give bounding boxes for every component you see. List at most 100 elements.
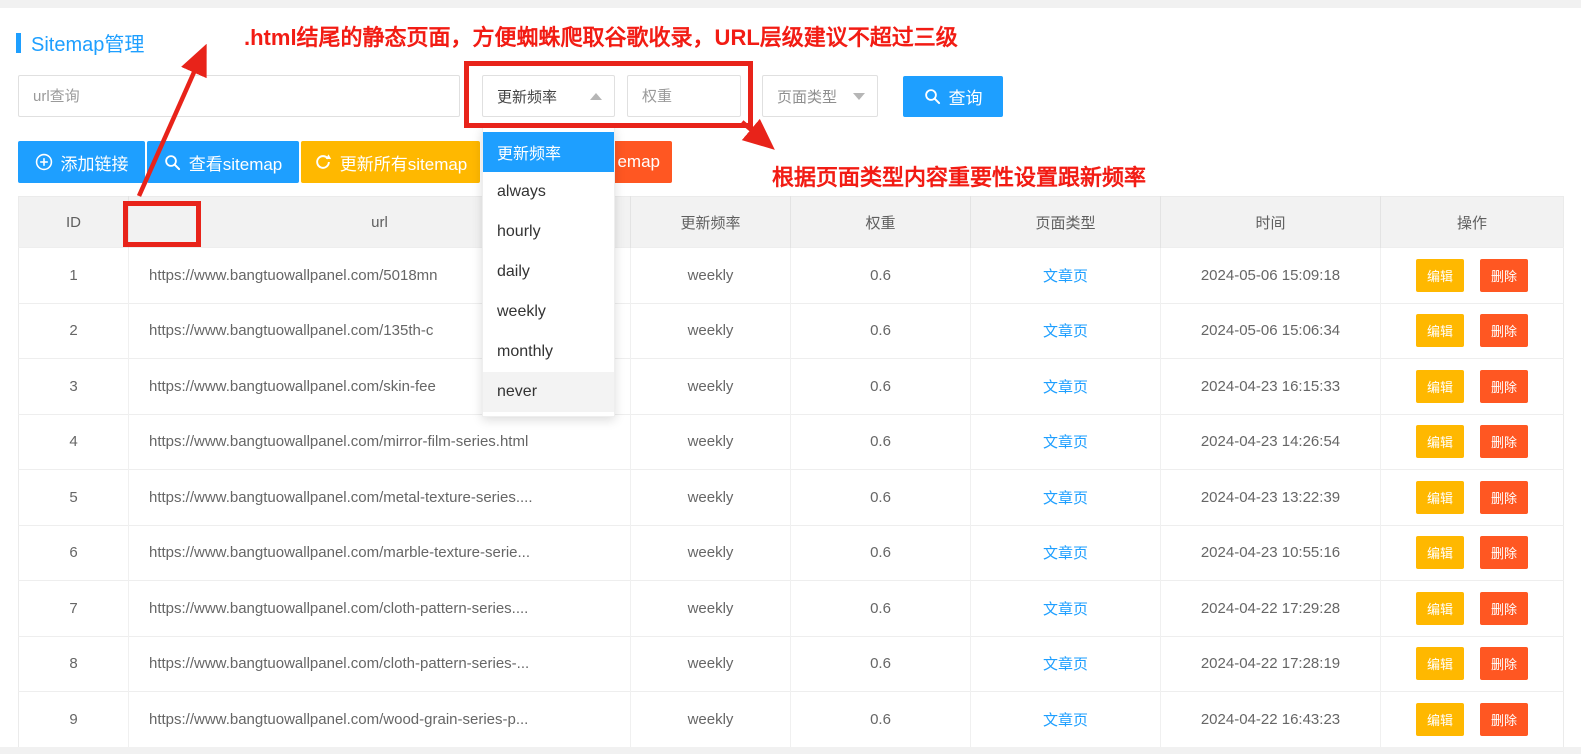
edit-button[interactable]: 编辑 <box>1416 314 1464 347</box>
cell-weight: 0.6 <box>791 303 971 359</box>
page-type-link[interactable]: 文章页 <box>1043 656 1088 673</box>
dropdown-option-always[interactable]: always <box>483 172 614 212</box>
column-header-time: 时间 <box>1161 197 1381 248</box>
dropdown-option-daily[interactable]: daily <box>483 252 614 292</box>
dropdown-option-never[interactable]: never <box>483 372 614 412</box>
cell-page-type: 文章页 <box>971 303 1161 359</box>
annotation-set-frequency: 根据页面类型内容重要性设置跟新频率 <box>772 160 1146 192</box>
edit-button[interactable]: 编辑 <box>1416 481 1464 514</box>
update-all-sitemap-label: 更新所有sitemap <box>340 150 468 175</box>
plus-circle-icon <box>35 153 53 171</box>
cell-id: 7 <box>19 581 129 637</box>
delete-button[interactable]: 删除 <box>1480 481 1528 514</box>
column-header-id: ID <box>19 197 129 248</box>
page-type-link[interactable]: 文章页 <box>1043 601 1088 618</box>
delete-button[interactable]: 删除 <box>1480 425 1528 458</box>
view-sitemap-button[interactable]: 查看sitemap <box>147 141 299 183</box>
cell-actions: 编辑删除 <box>1381 525 1564 581</box>
cell-frequency: weekly <box>631 303 791 359</box>
cell-id: 3 <box>19 359 129 415</box>
cell-time: 2024-04-23 14:26:54 <box>1161 414 1381 470</box>
delete-button[interactable]: 删除 <box>1480 259 1528 292</box>
edit-button[interactable]: 编辑 <box>1416 425 1464 458</box>
cell-weight: 0.6 <box>791 692 971 748</box>
edit-button[interactable]: 编辑 <box>1416 647 1464 680</box>
url-search-input[interactable] <box>18 75 460 117</box>
cell-actions: 编辑删除 <box>1381 303 1564 359</box>
dropdown-option-monthly[interactable]: monthly <box>483 332 614 372</box>
cell-id: 9 <box>19 692 129 748</box>
delete-button[interactable]: 删除 <box>1480 536 1528 569</box>
top-divider <box>0 0 1581 8</box>
dropdown-option-hourly[interactable]: hourly <box>483 212 614 252</box>
update-all-sitemap-button[interactable]: 更新所有sitemap <box>301 141 480 183</box>
edit-button[interactable]: 编辑 <box>1416 536 1464 569</box>
view-sitemap-label: 查看sitemap <box>189 150 283 175</box>
add-link-button[interactable]: 添加链接 <box>18 141 145 183</box>
frequency-select[interactable]: 更新频率 <box>482 75 615 117</box>
delete-button[interactable]: 删除 <box>1480 592 1528 625</box>
cell-id: 5 <box>19 470 129 526</box>
cell-time: 2024-04-22 17:29:28 <box>1161 581 1381 637</box>
cell-page-type: 文章页 <box>971 692 1161 748</box>
page-type-link[interactable]: 文章页 <box>1043 323 1088 340</box>
table-row: 5https://www.bangtuowallpanel.com/metal-… <box>19 470 1564 526</box>
cell-time: 2024-04-23 16:15:33 <box>1161 359 1381 415</box>
cell-frequency: weekly <box>631 636 791 692</box>
edit-button[interactable]: 编辑 <box>1416 370 1464 403</box>
dropdown-option-weekly[interactable]: weekly <box>483 292 614 332</box>
cell-id: 2 <box>19 303 129 359</box>
page-type-link[interactable]: 文章页 <box>1043 490 1088 507</box>
edit-button[interactable]: 编辑 <box>1416 592 1464 625</box>
frequency-select-value: 更新频率 <box>497 86 557 107</box>
page-type-link[interactable]: 文章页 <box>1043 434 1088 451</box>
cell-url: https://www.bangtuowallpanel.com/cloth-p… <box>129 636 631 692</box>
cell-page-type: 文章页 <box>971 636 1161 692</box>
edit-button[interactable]: 编辑 <box>1416 703 1464 736</box>
column-header-page-type: 页面类型 <box>971 197 1161 248</box>
cell-time: 2024-04-23 13:22:39 <box>1161 470 1381 526</box>
cell-frequency: weekly <box>631 248 791 304</box>
cell-id: 4 <box>19 414 129 470</box>
cell-url: https://www.bangtuowallpanel.com/cloth-p… <box>129 581 631 637</box>
page-header: Sitemap管理 <box>16 28 144 57</box>
cell-id: 8 <box>19 636 129 692</box>
column-header-weight: 权重 <box>791 197 971 248</box>
cell-page-type: 文章页 <box>971 581 1161 637</box>
column-header-actions: 操作 <box>1381 197 1564 248</box>
table-row: 9https://www.bangtuowallpanel.com/wood-g… <box>19 692 1564 748</box>
table-header-row: ID url 更新频率 权重 页面类型 时间 操作 <box>19 197 1564 248</box>
cell-id: 1 <box>19 248 129 304</box>
cell-frequency: weekly <box>631 581 791 637</box>
cell-actions: 编辑删除 <box>1381 470 1564 526</box>
page-type-link[interactable]: 文章页 <box>1043 712 1088 729</box>
cell-actions: 编辑删除 <box>1381 692 1564 748</box>
table-row: 3https://www.bangtuowallpanel.com/skin-f… <box>19 359 1564 415</box>
table-row: 7https://www.bangtuowallpanel.com/cloth-… <box>19 581 1564 637</box>
cell-actions: 编辑删除 <box>1381 581 1564 637</box>
query-button[interactable]: 查询 <box>903 76 1003 117</box>
query-button-label: 查询 <box>949 84 983 109</box>
cell-actions: 编辑删除 <box>1381 636 1564 692</box>
cell-url: https://www.bangtuowallpanel.com/mirror-… <box>129 414 631 470</box>
cell-page-type: 文章页 <box>971 248 1161 304</box>
delete-button[interactable]: 删除 <box>1480 703 1528 736</box>
page-type-link[interactable]: 文章页 <box>1043 379 1088 396</box>
dropdown-option-更新频率[interactable]: 更新频率 <box>483 132 614 172</box>
table-row: 1https://www.bangtuowallpanel.com/5018mn… <box>19 248 1564 304</box>
page-type-link[interactable]: 文章页 <box>1043 268 1088 285</box>
cell-page-type: 文章页 <box>971 525 1161 581</box>
delete-button[interactable]: 删除 <box>1480 370 1528 403</box>
page-type-link[interactable]: 文章页 <box>1043 545 1088 562</box>
weight-input[interactable] <box>627 75 741 117</box>
delete-button[interactable]: 删除 <box>1480 314 1528 347</box>
cell-id: 6 <box>19 525 129 581</box>
column-header-frequency: 更新频率 <box>631 197 791 248</box>
delete-button[interactable]: 删除 <box>1480 647 1528 680</box>
bottom-divider <box>0 747 1581 754</box>
arrow-to-right-annotation <box>742 122 768 144</box>
page-type-select[interactable]: 页面类型 <box>762 75 878 117</box>
cell-weight: 0.6 <box>791 359 971 415</box>
cell-frequency: weekly <box>631 692 791 748</box>
edit-button[interactable]: 编辑 <box>1416 259 1464 292</box>
